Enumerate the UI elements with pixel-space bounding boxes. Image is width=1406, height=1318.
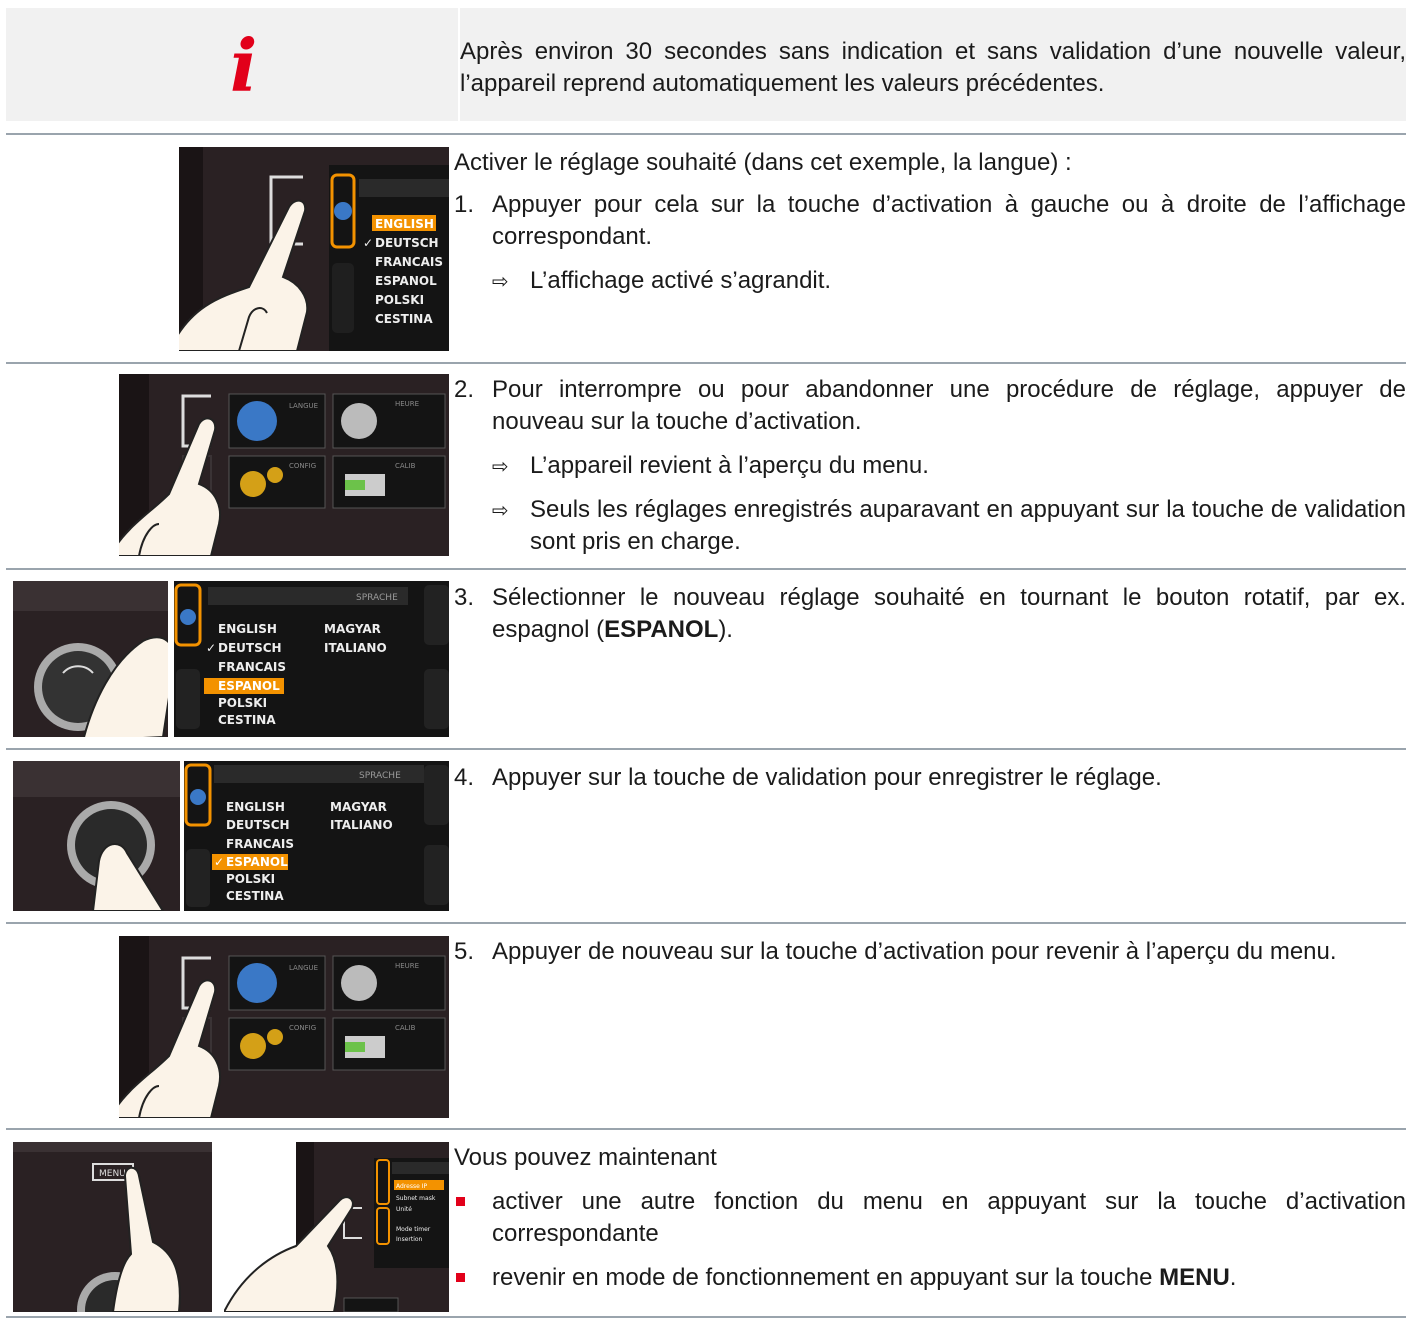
divider [6, 362, 1406, 364]
illustration-menu-overview-return: LANGUE HEURE CONFIG CALIB [119, 936, 449, 1118]
step-3-block: 3. Sélectionner le nouveau réglage souha… [454, 582, 1406, 646]
info-icon: i [230, 23, 258, 108]
illustration-menu-overview: LANGUE HEURE CONFIG CALIB [119, 374, 449, 556]
step-5: 5. Appuyer de nouveau sur la touche d’ac… [454, 938, 1337, 965]
svg-text:CONFIG: CONFIG [289, 1024, 316, 1032]
info-text: Après environ 30 secondes sans indicatio… [460, 38, 1406, 97]
step-2-result-1: ⇨ L’appareil revient à l’aperçu du menu. [454, 450, 1406, 482]
result-arrow-icon: ⇨ [492, 454, 509, 478]
svg-text:Unité: Unité [396, 1206, 412, 1213]
divider [6, 748, 1406, 750]
step-4-block: 4. Appuyer sur la touche de validation p… [454, 762, 1406, 794]
svg-text:HEURE: HEURE [395, 962, 419, 970]
step-1-result: ⇨ L’affichage activé s’agrandit. [454, 265, 1406, 297]
illustration-validation-key [13, 761, 180, 911]
step-2-result-2: ⇨ Seuls les réglages enregistrés auparav… [492, 496, 1406, 555]
svg-text:FRANCAIS: FRANCAIS [226, 837, 294, 851]
svg-text:Mode timer: Mode timer [396, 1226, 431, 1233]
info-icon-cell: i [6, 8, 458, 121]
svg-text:✓: ✓ [206, 641, 216, 655]
svg-text:POLSKI: POLSKI [375, 293, 424, 307]
divider [6, 133, 1406, 135]
svg-text:FRANCAIS: FRANCAIS [375, 255, 443, 269]
step-5-block: 5. Appuyer de nouveau sur la touche d’ac… [454, 936, 1406, 968]
svg-text:MAGYAR: MAGYAR [330, 800, 387, 814]
svg-text:CALIB: CALIB [395, 462, 416, 470]
svg-text:ENGLISH: ENGLISH [218, 622, 277, 636]
svg-text:ESPANOL: ESPANOL [226, 855, 288, 869]
step-1: 1. Appuyer pour cela sur la touche d’act… [454, 191, 1406, 250]
illustration-language-list-espanol: SPRACHE ENGLISH ✓ DEUTSCH FRANCAIS ESPAN… [174, 581, 449, 737]
lang-english: ENGLISH [375, 217, 434, 231]
svg-text:CESTINA: CESTINA [375, 312, 433, 326]
bullet-square-icon [456, 1197, 465, 1206]
step-2-block: 2. Pour interrompre ou pour abandonner u… [454, 374, 1406, 558]
step-1-block: Activer le réglage souhaité (dans cet ex… [454, 147, 1406, 297]
svg-text:ITALIANO: ITALIANO [330, 818, 393, 832]
svg-text:ITALIANO: ITALIANO [324, 641, 387, 655]
illustration-activate-key: ENGLISH ✓ DEUTSCH FRANCAIS ESPANOL POLSK… [179, 147, 449, 351]
illustration-menu-key: MENU [13, 1142, 212, 1312]
closing-bullet-1: activer une autre fonction du menu en ap… [454, 1186, 1406, 1250]
svg-text:CESTINA: CESTINA [218, 713, 276, 727]
result-arrow-icon: ⇨ [492, 498, 509, 522]
step-4: 4. Appuyer sur la touche de validation p… [454, 764, 1162, 791]
bullet-square-icon [456, 1273, 465, 1282]
svg-text:SPRACHE: SPRACHE [356, 593, 398, 603]
svg-text:ESPANOL: ESPANOL [375, 274, 437, 288]
svg-text:DEUTSCH: DEUTSCH [218, 641, 282, 655]
closing-lead: Vous pouvez maintenant [454, 1144, 717, 1171]
svg-text:CALIB: CALIB [395, 1024, 416, 1032]
svg-text:POLSKI: POLSKI [218, 696, 267, 710]
svg-text:MAGYAR: MAGYAR [324, 622, 381, 636]
svg-text:SPRACHE: SPRACHE [359, 771, 401, 781]
step-2: 2. Pour interrompre ou pour abandonner u… [454, 376, 1406, 435]
illustration-rotary-knob [13, 581, 168, 737]
svg-text:ESPANOL: ESPANOL [218, 679, 280, 693]
svg-text:Insertion: Insertion [396, 1236, 423, 1243]
svg-text:Subnet mask: Subnet mask [396, 1195, 436, 1202]
divider [6, 568, 1406, 570]
svg-text:MENU: MENU [99, 1169, 126, 1179]
divider [6, 922, 1406, 924]
svg-text:CONFIG: CONFIG [289, 462, 316, 470]
illustration-language-saved: SPRACHE ENGLISH DEUTSCH FRANCAIS ✓ ESPAN… [184, 761, 449, 911]
result-arrow-icon: ⇨ [492, 269, 509, 293]
svg-text:ENGLISH: ENGLISH [226, 800, 285, 814]
svg-text:✓: ✓ [363, 236, 373, 250]
svg-text:DEUTSCH: DEUTSCH [226, 818, 290, 832]
svg-text:CESTINA: CESTINA [226, 889, 284, 903]
svg-text:POLSKI: POLSKI [226, 872, 275, 886]
svg-text:DEUTSCH: DEUTSCH [375, 236, 439, 250]
intro-text: Activer le réglage souhaité (dans cet ex… [454, 149, 1072, 176]
step-3: 3. Sélectionner le nouveau réglage souha… [454, 584, 1406, 643]
illustration-network-menu: Adresse IP Subnet mask Unité Mode timer … [224, 1142, 449, 1312]
svg-text:HEURE: HEURE [395, 400, 419, 408]
closing-block: Vous pouvez maintenant activer une autre… [454, 1142, 1406, 1294]
svg-text:Adresse IP: Adresse IP [396, 1183, 427, 1190]
divider [6, 1128, 1406, 1130]
svg-text:LANGUE: LANGUE [289, 964, 318, 972]
svg-text:LANGUE: LANGUE [289, 402, 318, 410]
info-note: i Après environ 30 secondes sans indicat… [6, 8, 1406, 121]
svg-text:✓: ✓ [214, 855, 224, 869]
svg-text:FRANCAIS: FRANCAIS [218, 660, 286, 674]
closing-bullet-2: revenir en mode de fonctionnement en app… [454, 1262, 1406, 1294]
